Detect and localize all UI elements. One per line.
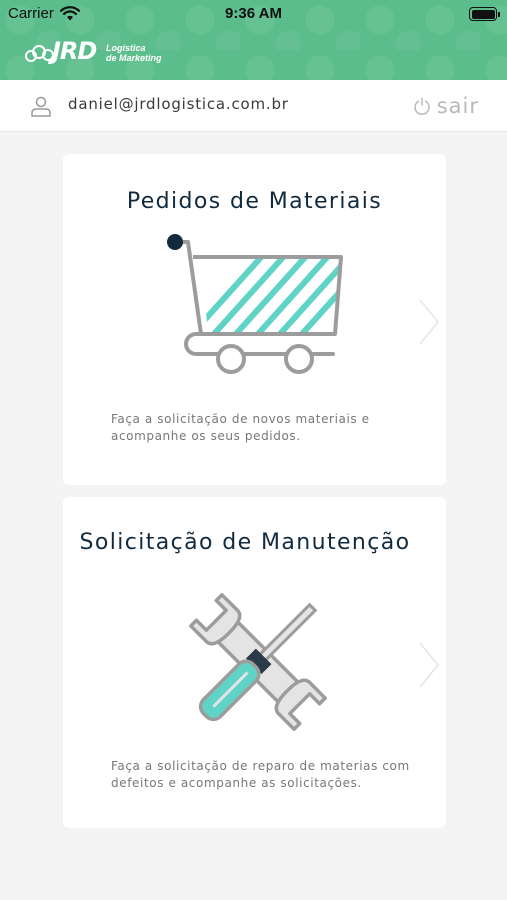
user-email: daniel@jrdlogistica.com.br [68,95,289,113]
clock: 9:36 AM [225,5,282,22]
card-description: Faça a solicitação de novos materiais e … [111,412,370,443]
app-header: Carrier 9:36 AM JRD Logística de Marketi… [0,0,507,80]
power-icon [414,97,430,115]
user-bar: daniel@jrdlogistica.com.br sair [0,80,507,132]
user-icon [31,96,51,117]
logo-tagline-line2: de Marketing [106,53,162,63]
status-bar: Carrier 9:36 AM [0,0,507,30]
chevron-right-icon [419,299,439,345]
logout-button[interactable]: sair [413,92,479,120]
logo-brand-text: JRD [52,37,97,65]
logout-label: sair [436,94,479,118]
battery-icon [469,7,500,21]
materials-request-card[interactable]: Pedidos de Materiais Faça a solicitação … [63,154,446,485]
card-title: Pedidos de Materiais [126,189,383,214]
tools-icon [189,593,327,731]
logo-tagline-line1: Logística [106,43,146,53]
chevron-right-icon [419,642,439,688]
brand-logo[interactable]: JRD Logística de Marketing [24,37,174,69]
maintenance-request-card[interactable]: Solicitação de Manutenção Faça a solicit… [63,497,446,828]
card-description: Faça a solicitação de reparo de materias… [111,759,410,790]
shopping-cart-icon [167,234,343,374]
card-title: Solicitação de Manutenção [79,530,411,555]
